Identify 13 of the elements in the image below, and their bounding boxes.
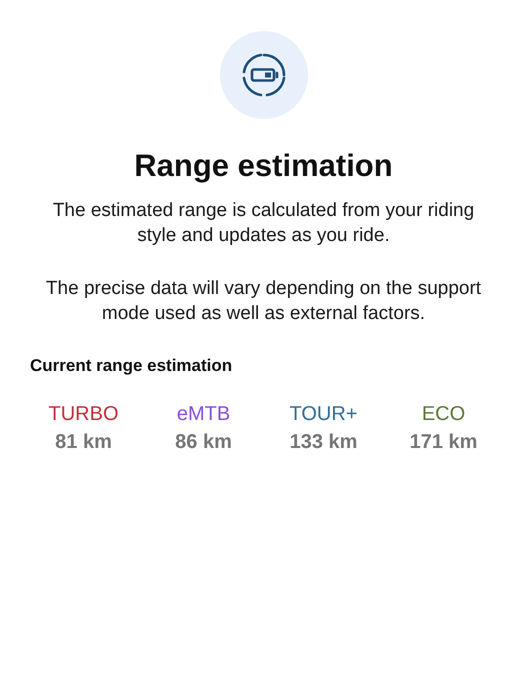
description-text: The estimated range is calculated from your riding style and updates as you ride. — [52, 199, 476, 248]
mode-name: eMTB — [176, 402, 230, 427]
description-text: The precise data will vary depending on the support mode used as well as external factors. — [44, 277, 482, 326]
mode-name: TURBO — [48, 402, 118, 427]
title: Range estimation — [134, 148, 393, 184]
range-value: 133 km — [290, 430, 358, 455]
mode-name: TOUR+ — [290, 402, 358, 427]
battery-icon — [240, 52, 286, 98]
range-value: 86 km — [175, 430, 232, 455]
section-label: Current range estimation — [30, 356, 232, 376]
range-value: 171 km — [410, 430, 478, 455]
mode-name: ECO — [422, 402, 466, 427]
range-value: 81 km — [55, 430, 112, 455]
